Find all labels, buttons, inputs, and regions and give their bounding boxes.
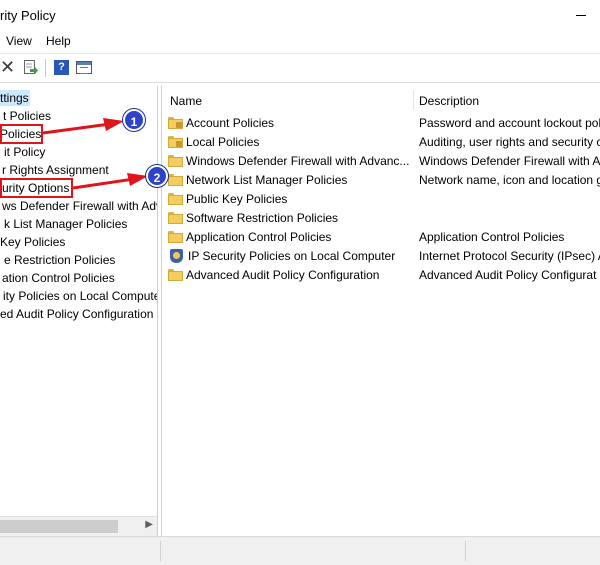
help-icon[interactable]: ? <box>54 60 69 75</box>
highlight-box-local-policies <box>0 124 43 144</box>
tree-item-application-control[interactable]: ation Control Policies <box>2 270 115 286</box>
status-divider <box>465 541 466 561</box>
list-item-description: Internet Protocol Security (IPsec) A <box>419 249 600 263</box>
list-item-description: Auditing, user rights and security c <box>419 135 600 149</box>
scroll-right-icon[interactable]: ▶ <box>145 519 153 530</box>
list-item[interactable]: Public Key Policies <box>168 191 287 207</box>
status-divider <box>160 541 161 561</box>
list-item[interactable]: Local Policies <box>168 134 259 150</box>
list-item[interactable]: Account Policies <box>168 115 274 131</box>
shield-icon <box>170 249 183 263</box>
folder-icon <box>168 155 183 167</box>
menu-view[interactable]: View <box>6 34 32 48</box>
tree-pane[interactable]: ttings t Policies Policies it Policy r R… <box>0 86 158 536</box>
step-badge-2: 2 <box>146 165 168 187</box>
list-item-description: Password and account lockout pol <box>419 116 600 130</box>
status-bar <box>0 536 600 565</box>
locked-folder-icon <box>168 136 183 148</box>
minimize-icon[interactable] <box>576 15 586 16</box>
export-list-icon[interactable] <box>24 60 38 75</box>
title-bar: rity Policy <box>0 0 600 31</box>
list-item[interactable]: Software Restriction Policies <box>168 210 338 226</box>
tree-horizontal-scrollbar[interactable]: ▶ <box>0 516 157 536</box>
folder-icon <box>168 269 183 281</box>
list-item[interactable]: Advanced Audit Policy Configuration <box>168 267 379 283</box>
folder-icon <box>168 193 183 205</box>
list-item[interactable]: Application Control Policies <box>168 229 331 245</box>
column-header-description[interactable]: Description <box>419 94 479 108</box>
tree-item-public-key-policies[interactable]: Key Policies <box>0 234 65 250</box>
delete-icon[interactable]: ✕ <box>0 57 15 77</box>
tree-item-security-settings[interactable]: ttings <box>0 90 30 106</box>
list-item-description: Network name, icon and location g <box>419 173 600 187</box>
tree-item-account-policies[interactable]: t Policies <box>3 108 51 124</box>
list-item-description: Advanced Audit Policy Configurat <box>419 268 597 282</box>
folder-icon <box>168 231 183 243</box>
tree-item-software-restriction[interactable]: e Restriction Policies <box>4 252 115 268</box>
scrollbar-thumb[interactable] <box>0 520 118 533</box>
list-item-description: Windows Defender Firewall with A <box>419 154 600 168</box>
window-title: rity Policy <box>0 8 56 23</box>
list-item[interactable]: IP Security Policies on Local Computer <box>168 248 395 264</box>
list-item[interactable]: Network List Manager Policies <box>168 172 347 188</box>
tree-item-audit-policy[interactable]: it Policy <box>4 144 45 160</box>
folder-icon <box>168 212 183 224</box>
toolbar-separator <box>45 59 46 77</box>
highlight-box-security-options <box>0 178 73 198</box>
step-badge-1: 1 <box>123 109 145 131</box>
toolbar: ✕ ? <box>0 53 600 83</box>
details-pane[interactable]: Name Description Account Policies Passwo… <box>161 86 600 536</box>
column-header-name[interactable]: Name <box>170 94 202 108</box>
column-divider[interactable] <box>413 90 414 110</box>
tree-item-advanced-audit[interactable]: ed Audit Policy Configuration <box>0 306 153 322</box>
list-item-description: Application Control Policies <box>419 230 565 244</box>
show-hide-tree-icon[interactable] <box>76 61 92 74</box>
tree-item-network-list-manager[interactable]: k List Manager Policies <box>4 216 127 232</box>
menu-help[interactable]: Help <box>46 34 71 48</box>
list-item[interactable]: Windows Defender Firewall with Advanc... <box>168 153 409 169</box>
tree-item-windows-defender-firewall[interactable]: ws Defender Firewall with Adva <box>2 198 157 214</box>
tree-item-user-rights-assignment[interactable]: r Rights Assignment <box>2 162 109 178</box>
locked-folder-icon <box>168 117 183 129</box>
tree-item-ip-security-policies[interactable]: ity Policies on Local Compute <box>3 288 157 304</box>
menu-bar: View Help <box>0 31 600 52</box>
folder-icon <box>168 174 183 186</box>
